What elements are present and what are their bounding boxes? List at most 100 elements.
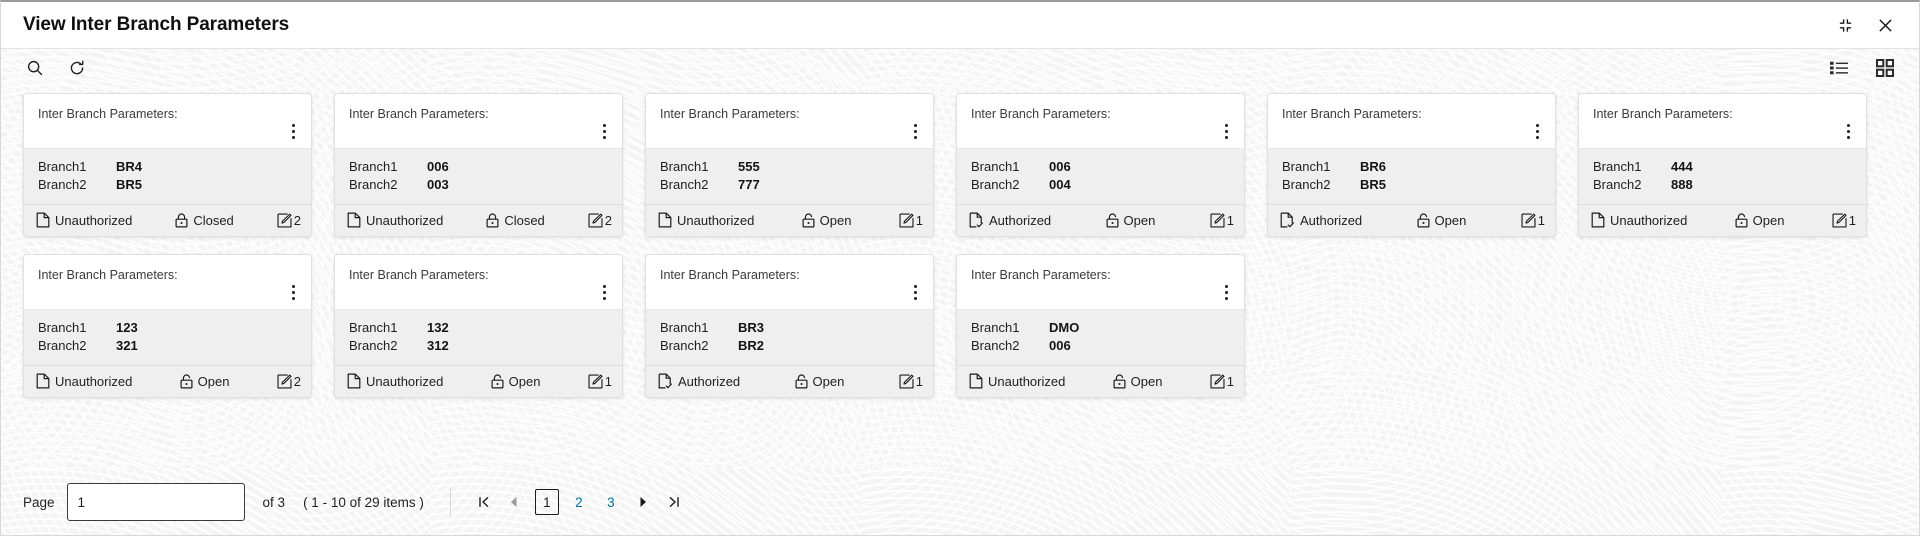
page-label: Page [23,494,55,510]
list-view-icon[interactable] [1827,56,1851,80]
lock-open-icon [180,373,193,389]
branch1-row: Branch1 123 [38,319,297,337]
record-status-label: Closed [504,212,545,228]
record-status-label: Open [197,373,230,389]
parameter-card[interactable]: Inter Branch Parameters: Branch1 BR4 Branch… [23,93,312,237]
parameter-card[interactable]: Inter Branch Parameters: Branch1 DMO Branch… [956,254,1245,398]
edit-icon [588,373,603,389]
branch2-row: Branch2 BR5 [1282,176,1541,194]
card-title: Inter Branch Parameters: [349,268,489,282]
edit-icon [1210,373,1225,389]
last-page-icon[interactable] [661,488,687,516]
branch2-value: 321 [116,338,138,353]
kebab-menu-icon[interactable] [594,281,614,303]
branch2-label: Branch2 [660,338,709,353]
kebab-menu-icon[interactable] [905,120,925,142]
prev-page-icon[interactable] [501,488,527,516]
branch2-label: Branch2 [1593,177,1642,192]
parameter-card[interactable]: Inter Branch Parameters: Branch1 444 Branch… [1578,93,1867,237]
kebab-menu-icon[interactable] [1527,120,1547,142]
toolbar-left-group [23,56,89,80]
kebab-menu-icon[interactable] [1216,281,1236,303]
record-status-label: Open [1130,373,1163,389]
page-number-1[interactable]: 1 [534,489,559,515]
branch1-value: 444 [1671,159,1693,174]
item-range-label: ( 1 - 10 of 29 items ) [303,494,424,510]
page-number-2[interactable]: 2 [567,489,591,515]
kebab-menu-icon[interactable] [283,120,303,142]
parameter-card[interactable]: Inter Branch Parameters: Branch1 006 Branch… [956,93,1245,237]
modification-count: 2 [588,213,612,228]
refresh-icon[interactable] [65,56,89,80]
next-page-icon[interactable] [631,488,657,516]
modification-count-value: 1 [915,212,923,228]
parameter-card[interactable]: Inter Branch Parameters: Branch1 123 Branch… [23,254,312,398]
branch2-value: 888 [1671,177,1693,192]
kebab-menu-icon[interactable] [1216,120,1236,142]
modification-count: 2 [277,213,301,228]
page-number-input[interactable] [66,483,245,521]
card-header: Inter Branch Parameters: [335,94,622,148]
record-status-label: Open [508,373,541,389]
branch2-row: Branch2 BR2 [660,337,919,355]
branch2-value: BR2 [738,338,765,353]
modification-count-value: 1 [1226,212,1234,228]
lock-open-icon [1106,212,1119,228]
record-status: Open [1417,212,1467,228]
parameter-card[interactable]: Inter Branch Parameters: Branch1 BR6 Branch… [1267,93,1556,237]
record-status: Open [802,213,851,228]
kebab-menu-icon[interactable] [594,120,614,142]
card-title: Inter Branch Parameters: [1593,107,1733,121]
close-icon[interactable] [1873,13,1897,37]
card-header: Inter Branch Parameters: [1268,94,1555,148]
branch2-label: Branch2 [349,338,398,353]
card-grid: Inter Branch Parameters: Branch1 BR4 Branch… [1,87,1919,398]
authorization-status-label: Unauthorized [366,212,444,228]
card-body: Branch1 555 Branch2 777 [646,148,933,204]
grid-view-icon[interactable] [1873,56,1897,80]
card-title: Inter Branch Parameters: [971,268,1111,282]
branch2-label: Branch2 [38,177,87,192]
page-number-3[interactable]: 3 [599,489,623,515]
kebab-menu-icon[interactable] [283,281,303,303]
document-check-icon [1280,212,1295,228]
search-icon[interactable] [23,56,47,80]
branch1-value: BR4 [116,159,143,174]
pagination-controls: 123 [449,488,687,516]
first-page-icon[interactable] [471,488,497,516]
authorization-status-label: Unauthorized [55,373,133,389]
collapse-icon[interactable] [1833,13,1857,37]
authorization-status-label: Unauthorized [988,373,1066,389]
kebab-menu-icon[interactable] [1838,120,1858,142]
card-title: Inter Branch Parameters: [38,268,178,282]
document-icon [347,373,361,389]
card-title: Inter Branch Parameters: [660,107,800,121]
parameter-card[interactable]: Inter Branch Parameters: Branch1 555 Branch… [645,93,934,237]
card-title: Inter Branch Parameters: [660,268,800,282]
branch1-label: Branch1 [660,159,709,174]
content-canvas: Inter Branch Parameters: Branch1 BR4 Branch… [1,49,1919,469]
modification-count: 1 [588,374,612,389]
card-header: Inter Branch Parameters: [335,255,622,309]
modification-count: 1 [1210,213,1234,228]
record-status-label: Open [1434,212,1467,228]
kebab-menu-icon[interactable] [905,281,925,303]
record-status: Open [795,374,844,389]
card-header: Inter Branch Parameters: [646,94,933,148]
authorization-status-label: Unauthorized [366,373,444,389]
card-title: Inter Branch Parameters: [38,107,178,121]
authorization-status-label: Unauthorized [1610,212,1688,228]
application-window: View Inter Branch Parameters Inter Branc… [0,0,1920,536]
parameter-card[interactable]: Inter Branch Parameters: Branch1 132 Branch… [334,254,623,398]
parameter-card[interactable]: Inter Branch Parameters: Branch1 BR3 Branch… [645,254,934,398]
authorization-status: Unauthorized [36,212,132,228]
modification-count-value: 2 [293,373,301,389]
card-header: Inter Branch Parameters: [1579,94,1866,148]
branch1-label: Branch1 [971,159,1020,174]
branch2-label: Branch2 [971,338,1020,353]
edit-icon [899,212,914,228]
page-number-list: 123 [531,489,627,515]
parameter-card[interactable]: Inter Branch Parameters: Branch1 006 Branch… [334,93,623,237]
card-footer: Unauthorized Open 1 [646,204,933,236]
authorization-status: Authorized [969,212,1051,228]
